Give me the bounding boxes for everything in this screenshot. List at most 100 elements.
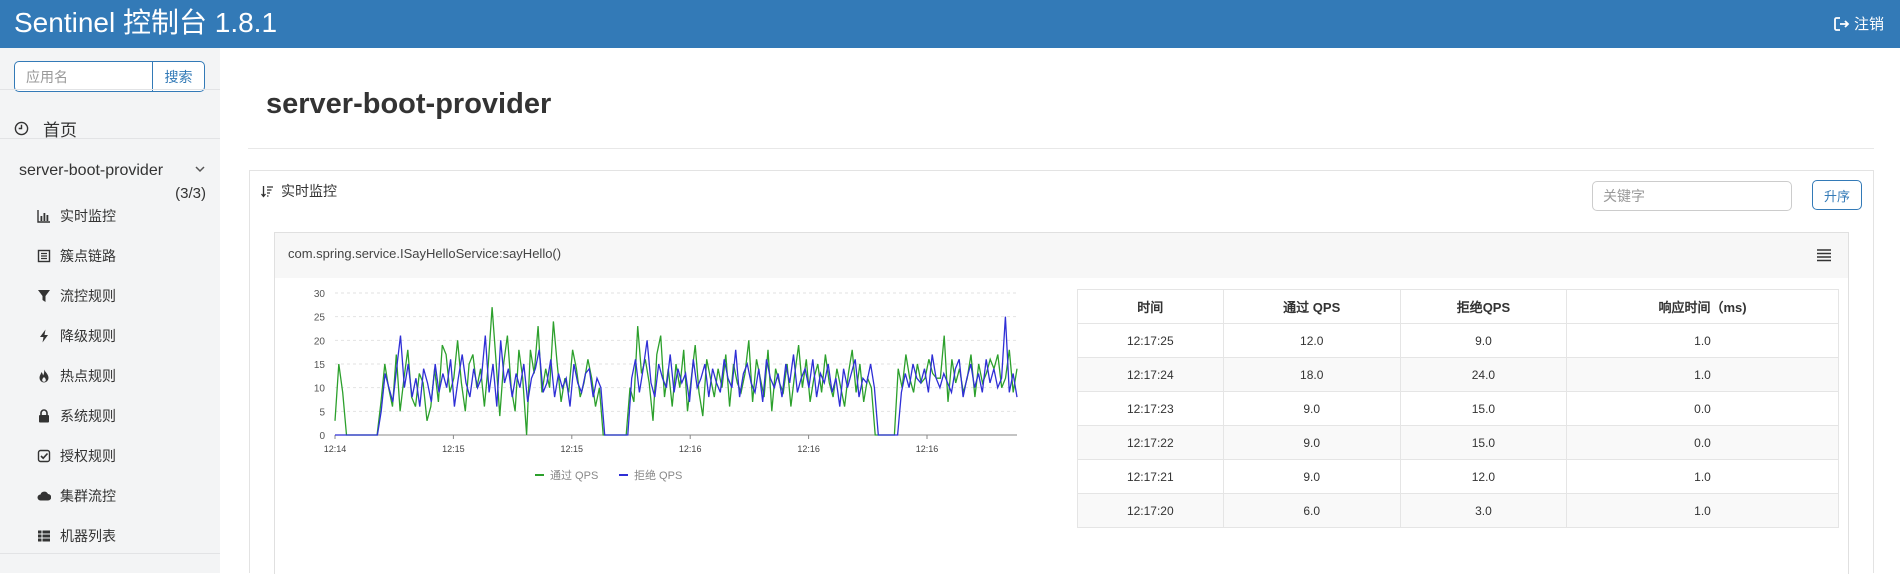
panel-heading: 实时监控: [261, 181, 337, 201]
table-row: 12:17:25 12.0 9.0 1.0: [1077, 323, 1839, 358]
x-tick-label: 12:15: [442, 444, 465, 454]
table-cell: 9.0: [1222, 425, 1401, 460]
fire-icon: [39, 369, 49, 383]
y-tick-label: 25: [314, 313, 326, 324]
sidebar-item-flow-rules[interactable]: 流控规则: [0, 276, 220, 316]
divider: [0, 138, 220, 139]
table-cell: 0.0: [1566, 391, 1839, 426]
sidebar-item-label: 集群流控: [60, 488, 116, 504]
sidebar-item-label: 簇点链路: [60, 248, 116, 264]
page-title: server-boot-provider: [266, 88, 552, 120]
metrics-table: 时间 通过 QPS 拒绝QPS 响应时间（ms) 12:17:25 12.0 9.0…: [1077, 289, 1839, 528]
realtime-monitor-panel: 实时监控 升序 com.spring.service.ISayHelloServ…: [249, 170, 1874, 574]
table-cell: 3.0: [1399, 493, 1568, 528]
sidebar-item-system-rules[interactable]: 系统规则: [0, 396, 220, 436]
lock-icon: [39, 409, 49, 423]
column-header: 响应时间（ms): [1566, 289, 1839, 324]
legend-label: 通过 QPS: [550, 469, 598, 482]
legend-label: 拒绝 QPS: [634, 468, 682, 482]
filter-icon: [38, 290, 50, 302]
table-cell: 12:17:21: [1077, 459, 1224, 494]
y-tick-label: 5: [319, 407, 325, 418]
x-tick-label: 12:16: [797, 444, 820, 454]
table-cell: 24.0: [1399, 357, 1568, 392]
table-cell: 12:17:24: [1077, 357, 1224, 392]
table-cell: 9.0: [1399, 323, 1568, 358]
panel-title: 实时监控: [281, 183, 337, 199]
resource-card-header: com.spring.service.ISayHelloService:sayH…: [275, 233, 1848, 278]
search-button[interactable]: 搜索: [152, 61, 205, 92]
qps-line-chart: 0 5 10 15 20 25 30 12:14 12:15 12:15 12:16 12:16 12:…: [314, 289, 1018, 482]
sidebar-item-machine-list[interactable]: 机器列表: [0, 516, 220, 556]
resource-card: com.spring.service.ISayHelloService:sayH…: [274, 232, 1849, 574]
table-row: 12:17:24 18.0 24.0 1.0: [1077, 357, 1839, 392]
table-row: 12:17:23 9.0 15.0 0.0: [1077, 391, 1839, 426]
table-cell: 12.0: [1399, 459, 1568, 494]
column-header: 通过 QPS: [1222, 289, 1401, 324]
sidebar-item-label: 流控规则: [60, 288, 116, 304]
y-tick-label: 20: [314, 336, 326, 347]
brand-title[interactable]: Sentinel 控制台 1.8.1: [14, 6, 277, 40]
series-line: [335, 316, 1018, 436]
top-navbar: Sentinel 控制台 1.8.1 注销: [0, 0, 1900, 48]
table-row: 12:17:22 9.0 15.0 0.0: [1077, 425, 1839, 460]
th-list-icon: [38, 530, 50, 542]
table-row: 12:17:20 6.0 3.0 1.0: [1077, 493, 1839, 528]
sidebar-item-realtime-monitor[interactable]: 实时监控: [0, 196, 220, 236]
table-cell: 12:17:22: [1077, 425, 1224, 460]
sort-amount-icon: [261, 185, 273, 198]
sidebar-item-label: 授权规则: [60, 448, 116, 464]
logout-label: 注销: [1853, 16, 1884, 33]
list-icon: [37, 249, 51, 263]
divider: [248, 148, 1874, 149]
app-name[interactable]: server-boot-provider: [19, 162, 163, 180]
app-search-input[interactable]: [14, 61, 152, 92]
keyword-search-input[interactable]: [1592, 181, 1792, 211]
table-cell: 12:17:20: [1077, 493, 1224, 528]
x-tick-label: 12:15: [561, 444, 584, 454]
sidebar-item-label: 实时监控: [60, 208, 116, 224]
table-cell: 0.0: [1566, 425, 1839, 460]
chevron-down-icon[interactable]: [194, 163, 206, 175]
resource-name: com.spring.service.ISayHelloService:sayH…: [288, 246, 562, 261]
table-row: 12:17:21 9.0 12.0 1.0: [1077, 459, 1839, 494]
table-cell: 15.0: [1399, 425, 1568, 460]
table-cell: 12:17:23: [1077, 391, 1224, 426]
sidebar-item-label: 系统规则: [60, 408, 116, 424]
sidebar-menu: 实时监控 簇点链路 流控规则 降级规则 热点规则 系统规则 授权规则 集群流控: [0, 196, 220, 556]
divider: [0, 89, 220, 90]
table-cell: 12.0: [1222, 323, 1401, 358]
app-search: 搜索: [14, 61, 205, 92]
table-cell: 9.0: [1222, 391, 1401, 426]
x-tick-label: 12:16: [916, 444, 939, 454]
table-cell: 1.0: [1566, 323, 1839, 358]
table-header-row: 时间 通过 QPS 拒绝QPS 响应时间（ms): [1077, 289, 1839, 324]
sidebar-item-cluster-flow[interactable]: 集群流控: [0, 476, 220, 516]
sidebar: 搜索 首页 server-boot-provider (3/3) 实时监控 簇点…: [0, 48, 220, 573]
clock-icon: [14, 121, 29, 136]
y-tick-label: 30: [314, 289, 326, 300]
table-cell: 15.0: [1399, 391, 1568, 426]
sidebar-item-degrade-rules[interactable]: 降级规则: [0, 316, 220, 356]
table-cell: 18.0: [1222, 357, 1401, 392]
sidebar-item-label: 机器列表: [60, 528, 116, 544]
menu-icon[interactable]: [1816, 248, 1832, 262]
sort-ascending-button[interactable]: 升序: [1812, 180, 1862, 210]
sidebar-item-auth-rules[interactable]: 授权规则: [0, 436, 220, 476]
y-tick-label: 0: [319, 431, 325, 442]
sidebar-item-label: 热点规则: [60, 368, 116, 384]
bar-chart-icon: [37, 210, 50, 223]
logout-link[interactable]: 注销: [1834, 13, 1884, 34]
column-header: 时间: [1077, 289, 1224, 324]
bolt-icon: [40, 329, 48, 343]
x-tick-label: 12:16: [679, 444, 702, 454]
sidebar-item-hotspot-rules[interactable]: 热点规则: [0, 356, 220, 396]
y-tick-label: 10: [314, 384, 326, 395]
table-cell: 6.0: [1222, 493, 1401, 528]
cloud-icon: [37, 491, 51, 501]
table-cell: 1.0: [1566, 493, 1839, 528]
sign-out-icon: [1834, 16, 1850, 31]
sidebar-item-cluster-point-link[interactable]: 簇点链路: [0, 236, 220, 276]
table-cell: 12:17:25: [1077, 323, 1224, 358]
x-tick-label: 12:14: [324, 444, 347, 454]
